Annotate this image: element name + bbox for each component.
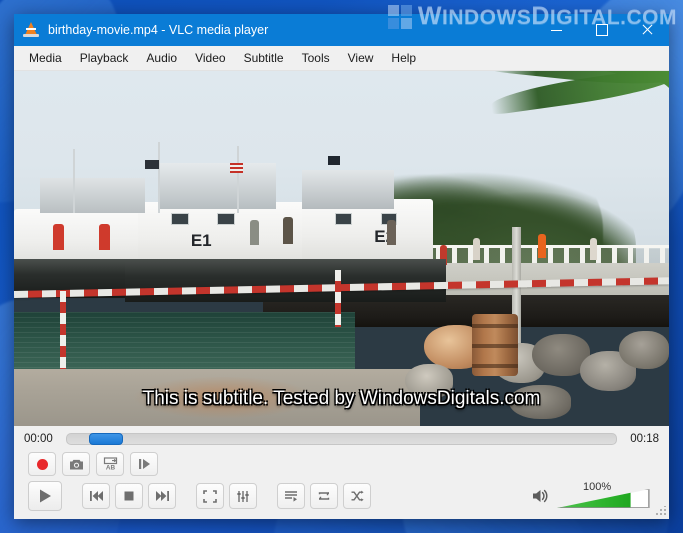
volume-control: 100%	[531, 481, 650, 508]
close-icon	[641, 24, 653, 36]
fullscreen-button[interactable]	[196, 483, 224, 509]
scene-person	[99, 223, 111, 250]
boat-label-e1: E1	[190, 230, 212, 250]
playlist-button[interactable]	[277, 483, 305, 509]
vlc-main-window: birthday-movie.mp4 - VLC media player Me…	[14, 14, 669, 519]
scene-rock	[619, 331, 669, 370]
menu-item-media[interactable]: Media	[20, 48, 71, 68]
equalizer-icon	[237, 490, 249, 502]
playlist-group	[277, 483, 371, 509]
stop-button[interactable]	[115, 483, 143, 509]
camera-icon	[69, 459, 83, 469]
scene-boat-hull	[289, 259, 447, 302]
secondary-toolbar: AB	[14, 448, 669, 478]
scene-mast	[72, 149, 75, 213]
scene-boat-cabin	[158, 163, 276, 210]
stop-icon	[124, 491, 134, 501]
scene-boat-cabin	[40, 177, 145, 213]
scene-boat-window	[171, 213, 190, 225]
loop-button[interactable]	[310, 483, 338, 509]
next-icon	[155, 491, 169, 501]
scene-boat-window	[217, 213, 236, 225]
menu-item-subtitle[interactable]: Subtitle	[235, 48, 293, 68]
close-button[interactable]	[624, 14, 669, 46]
transport-group	[82, 483, 176, 509]
menu-item-help[interactable]: Help	[382, 48, 425, 68]
menu-item-audio[interactable]: Audio	[137, 48, 186, 68]
vlc-cone-icon	[22, 21, 40, 39]
shuffle-icon	[351, 490, 364, 502]
view-group	[196, 483, 257, 509]
volume-level-label: 100%	[583, 481, 612, 493]
total-time[interactable]: 00:18	[625, 433, 659, 445]
ab-loop-icon: AB	[103, 457, 117, 471]
fullscreen-icon	[203, 489, 217, 503]
record-button[interactable]	[28, 452, 56, 476]
menu-item-tools[interactable]: Tools	[293, 48, 339, 68]
next-button[interactable]	[148, 483, 176, 509]
frame-step-icon	[138, 459, 150, 469]
volume-slider[interactable]: 100%	[557, 481, 650, 508]
seek-slider[interactable]	[66, 433, 617, 445]
loop-icon	[318, 492, 330, 500]
seek-row: 00:00 00:18	[14, 426, 669, 448]
scene-person	[538, 234, 546, 259]
play-button[interactable]	[28, 481, 62, 511]
window-title: birthday-movie.mp4 - VLC media player	[48, 23, 269, 37]
scene-mast	[236, 145, 239, 213]
menu-item-playback[interactable]: Playback	[71, 48, 138, 68]
menubar: Media Playback Audio Video Subtitle Tool…	[14, 46, 669, 71]
scene-person	[387, 220, 397, 246]
main-toolbar: 100%	[14, 478, 669, 519]
scene-boat-window	[334, 213, 352, 225]
video-frame: E1 E2 This is subtitle. Tested by Window…	[14, 71, 669, 426]
scene-person	[590, 237, 598, 260]
record-icon	[36, 458, 48, 470]
playlist-icon	[285, 491, 297, 502]
player-controls: 00:00 00:18 AB 100%	[14, 426, 669, 519]
play-icon	[40, 489, 51, 503]
scene-flag	[230, 163, 244, 174]
window-titlebar[interactable]: birthday-movie.mp4 - VLC media player	[14, 14, 669, 46]
window-buttons	[534, 14, 669, 46]
previous-button[interactable]	[82, 483, 110, 509]
scene-flag	[328, 156, 341, 166]
maximize-button[interactable]	[579, 14, 624, 46]
frame-by-frame-button[interactable]	[130, 452, 158, 476]
scene-mast	[158, 142, 161, 213]
extended-settings-button[interactable]	[229, 483, 257, 509]
elapsed-time: 00:00	[24, 433, 53, 445]
scene-person	[472, 237, 480, 260]
scene-barrier-post	[334, 269, 341, 327]
minimize-button[interactable]	[534, 14, 579, 46]
maximize-icon	[595, 24, 608, 36]
menu-item-view[interactable]: View	[339, 48, 383, 68]
ab-loop-button[interactable]: AB	[96, 452, 124, 476]
scene-barrel	[472, 314, 519, 377]
video-subtitle-text: This is subtitle. Tested by WindowsDigit…	[142, 388, 541, 409]
scene-boat-cabin	[302, 170, 394, 210]
scene-barrier-post	[59, 291, 66, 370]
scene-flag	[145, 159, 159, 169]
previous-icon	[89, 491, 103, 501]
scene-person	[249, 220, 259, 246]
menu-item-video[interactable]: Video	[186, 48, 234, 68]
resize-grip[interactable]	[656, 506, 666, 516]
minimize-icon	[551, 29, 562, 31]
seek-handle[interactable]	[88, 433, 123, 445]
scene-person	[282, 216, 293, 244]
svg-text:AB: AB	[105, 465, 115, 471]
video-display[interactable]: E1 E2 This is subtitle. Tested by Window…	[14, 71, 669, 426]
speaker-icon[interactable]	[531, 486, 551, 506]
snapshot-button[interactable]	[62, 452, 90, 476]
scene-person	[53, 223, 65, 250]
shuffle-button[interactable]	[343, 483, 371, 509]
